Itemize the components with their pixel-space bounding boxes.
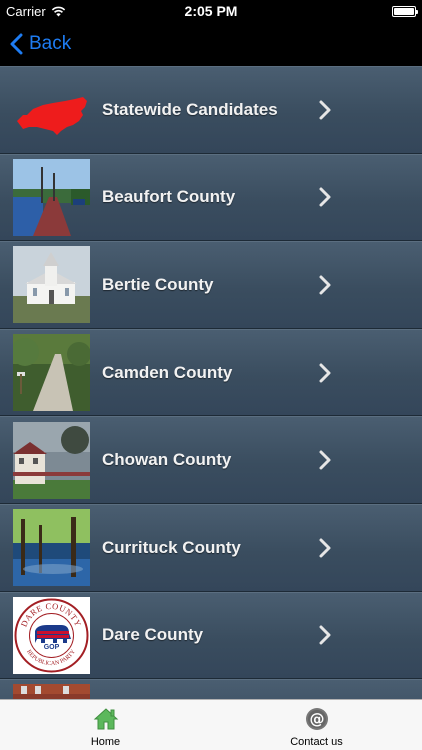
tab-label: Home bbox=[90, 736, 121, 748]
wifi-icon bbox=[51, 6, 65, 16]
back-label: Back bbox=[29, 33, 72, 54]
chevron-left-icon bbox=[10, 33, 23, 55]
list-item-label: Chowan County bbox=[102, 450, 232, 470]
list-item-statewide-candidates[interactable]: Statewide Candidates bbox=[0, 66, 422, 154]
home-icon bbox=[93, 708, 118, 730]
back-button[interactable]: Back bbox=[10, 33, 71, 55]
list-item-label: Beaufort County bbox=[102, 187, 236, 207]
list-item-label: Camden County bbox=[102, 362, 233, 382]
boardwalk-photo bbox=[13, 158, 90, 236]
tab-contact-us[interactable]: @ Contact us bbox=[211, 700, 422, 750]
nc-map-image bbox=[13, 71, 90, 148]
list-item-chowan-county[interactable]: Chowan County bbox=[0, 416, 422, 504]
list-item-bertie-county[interactable]: Bertie County bbox=[0, 241, 422, 329]
svg-text:@: @ bbox=[309, 710, 324, 728]
brick-building-photo bbox=[13, 684, 90, 699]
list-item-partial[interactable] bbox=[0, 679, 422, 699]
at-sign-icon: @ bbox=[305, 708, 328, 730]
logo-letters: GOP bbox=[44, 644, 60, 651]
chevron-right-icon bbox=[319, 100, 331, 120]
tab-home[interactable]: Home bbox=[0, 700, 211, 750]
chevron-right-icon bbox=[319, 450, 331, 470]
trail-photo bbox=[13, 334, 90, 412]
status-bar: Carrier 2:05 PM bbox=[0, 0, 422, 22]
chevron-right-icon bbox=[319, 187, 331, 207]
tab-label: Contact us bbox=[290, 736, 343, 748]
list-item-label: Bertie County bbox=[102, 274, 214, 294]
swamp-photo bbox=[13, 509, 90, 587]
dare-county-gop-logo: DARE COUNTY REPUBLICAN PARTY GOP bbox=[13, 596, 90, 674]
list-item-label: Dare County bbox=[102, 625, 204, 645]
list-item-label: Statewide Candidates bbox=[102, 99, 278, 119]
carrier-label: Carrier bbox=[6, 3, 46, 19]
chevron-right-icon bbox=[319, 363, 331, 383]
chevron-right-icon bbox=[319, 625, 331, 645]
list-item-currituck-county[interactable]: Currituck County bbox=[0, 503, 422, 592]
chevron-right-icon bbox=[319, 538, 331, 558]
tab-bar: Home @ Contact us bbox=[0, 699, 422, 750]
battery-level bbox=[394, 7, 414, 15]
list-item-dare-county[interactable]: DARE COUNTY REPUBLICAN PARTY GOP Dare Co… bbox=[0, 591, 422, 680]
list-item-camden-county[interactable]: Camden County bbox=[0, 328, 422, 417]
navigation-bar: Back bbox=[0, 22, 422, 66]
list-item-label: Currituck County bbox=[102, 537, 241, 557]
battery-icon bbox=[392, 5, 418, 17]
church-photo bbox=[13, 246, 90, 324]
historic-house-photo bbox=[13, 421, 90, 499]
list-item-beaufort-county[interactable]: Beaufort County bbox=[0, 153, 422, 242]
county-list: Statewide Candidates Beaufort County Ber… bbox=[0, 66, 422, 699]
chevron-right-icon bbox=[319, 275, 331, 295]
